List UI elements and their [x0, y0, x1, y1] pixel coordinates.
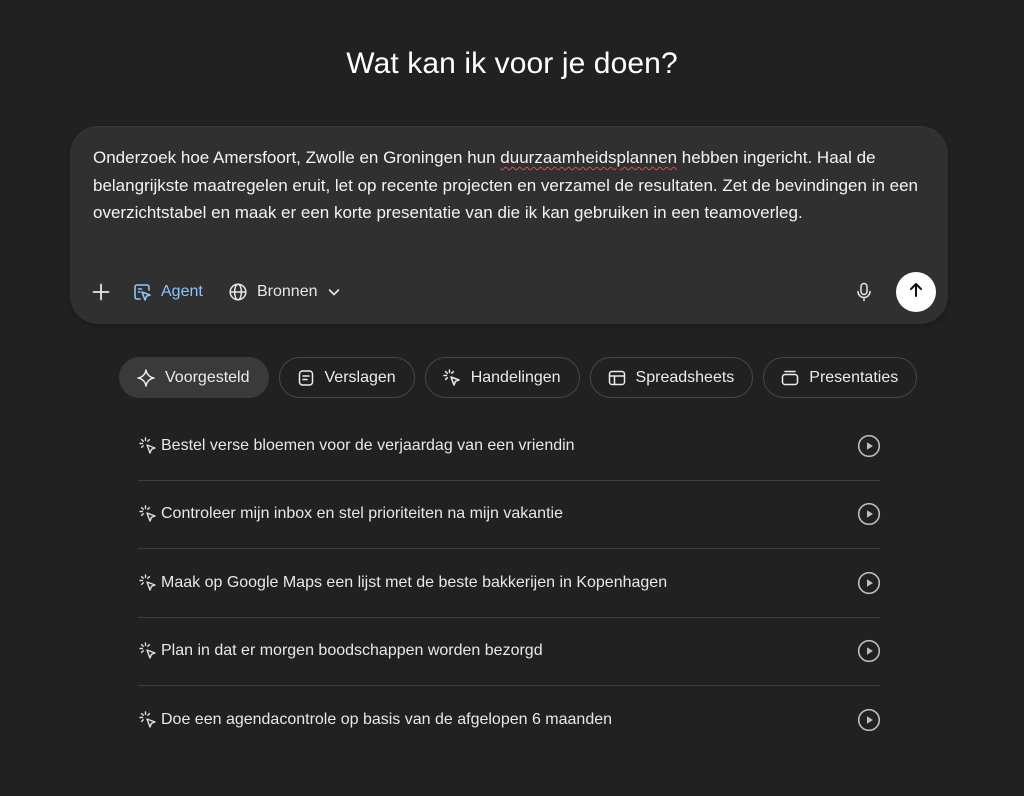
- page-title: Wat kan ik voor je doen?: [346, 47, 678, 80]
- document-icon: [296, 368, 316, 388]
- chip-label: Presentaties: [809, 368, 899, 386]
- microphone-icon: [855, 282, 873, 302]
- suggestion-item[interactable]: Doe een agendacontrole op basis van de a…: [138, 686, 882, 755]
- page: Wat kan ik voor je doen? Onderzoek hoe A…: [0, 0, 1024, 796]
- play-icon[interactable]: [856, 570, 882, 596]
- sources-dropdown[interactable]: Bronnen: [228, 272, 341, 312]
- globe-icon: [228, 282, 248, 302]
- suggestion-label: Doe een agendacontrole op basis van de a…: [161, 711, 613, 729]
- prompt-input[interactable]: Onderzoek hoe Amersfoort, Zwolle en Gron…: [93, 144, 933, 227]
- agent-cursor-icon: [132, 282, 152, 302]
- sources-label: Bronnen: [257, 283, 318, 300]
- chip-presentaties[interactable]: Presentaties: [763, 357, 918, 398]
- prompt-text-part: Onderzoek hoe Amersfoort, Zwolle en Gron…: [93, 148, 501, 167]
- suggestion-label: Controleer mijn inbox en stel prioriteit…: [161, 505, 563, 523]
- agent-label: Agent: [161, 283, 203, 300]
- composer-toolbar: Agent Bronnen: [88, 272, 936, 312]
- chip-spreadsheets[interactable]: Spreadsheets: [589, 357, 754, 398]
- chevron-down-icon: [327, 285, 341, 299]
- cursor-click-icon: [138, 641, 158, 661]
- agent-button[interactable]: Agent: [132, 272, 203, 312]
- category-chips: Voorgesteld Verslagen Handelingen Spread…: [119, 357, 918, 398]
- misspelled-word: duurzaamheidsplannen: [500, 148, 678, 167]
- plus-icon: [91, 282, 111, 302]
- chip-voorgesteld[interactable]: Voorgesteld: [119, 357, 269, 398]
- suggestion-item[interactable]: Bestel verse bloemen voor de verjaardag …: [138, 412, 882, 481]
- cursor-click-icon: [138, 710, 158, 730]
- prompt-composer: Onderzoek hoe Amersfoort, Zwolle en Gron…: [70, 126, 948, 324]
- cursor-click-icon: [138, 504, 158, 524]
- suggestion-item[interactable]: Plan in dat er morgen boodschappen worde…: [138, 618, 882, 686]
- suggestion-list: Bestel verse bloemen voor de verjaardag …: [138, 412, 882, 755]
- table-icon: [607, 368, 627, 388]
- play-icon[interactable]: [856, 638, 882, 664]
- suggestion-label: Bestel verse bloemen voor de verjaardag …: [161, 436, 575, 454]
- chip-verslagen[interactable]: Verslagen: [278, 357, 415, 398]
- cursor-click-icon: [138, 436, 158, 456]
- play-icon[interactable]: [856, 433, 882, 459]
- send-button[interactable]: [896, 272, 936, 312]
- suggestion-label: Plan in dat er morgen boodschappen worde…: [161, 642, 543, 660]
- microphone-button[interactable]: [852, 272, 876, 312]
- cursor-click-icon: [442, 368, 462, 388]
- suggestion-item[interactable]: Maak op Google Maps een lijst met de bes…: [138, 549, 882, 618]
- suggestion-label: Maak op Google Maps een lijst met de bes…: [161, 573, 668, 591]
- play-icon[interactable]: [856, 707, 882, 733]
- cursor-click-icon: [138, 573, 158, 593]
- chip-handelingen[interactable]: Handelingen: [424, 357, 580, 398]
- play-icon[interactable]: [856, 501, 882, 527]
- suggestion-item[interactable]: Controleer mijn inbox en stel prioriteit…: [138, 481, 882, 549]
- chip-label: Spreadsheets: [635, 368, 735, 386]
- chip-label: Handelingen: [470, 368, 561, 386]
- arrow-up-icon: [907, 281, 925, 304]
- chip-label: Verslagen: [324, 368, 396, 386]
- chip-label: Voorgesteld: [165, 368, 250, 386]
- slides-icon: [780, 368, 800, 388]
- add-button[interactable]: [88, 272, 114, 312]
- sparkle-icon: [136, 368, 156, 388]
